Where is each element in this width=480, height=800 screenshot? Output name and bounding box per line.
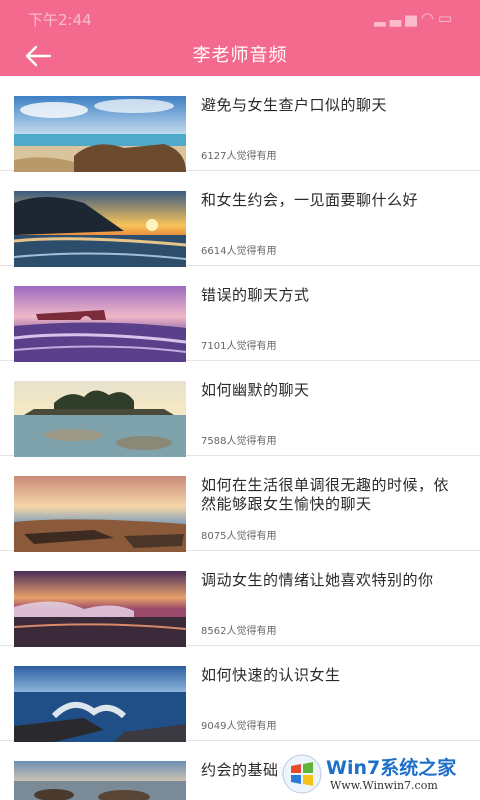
list-item[interactable]: 如何在生活很单调很无趣的时候，依然能够跟女生愉快的聊天 8075人觉得有用 <box>0 456 480 552</box>
thumbnail-image <box>14 571 186 647</box>
windows-logo-icon <box>282 754 322 794</box>
item-title: 避免与女生查户口似的聊天 <box>201 96 388 114</box>
thumbnail-image <box>14 761 186 800</box>
thumbnail-image <box>14 666 186 742</box>
list-item[interactable]: 如何快速的认识女生 9049人觉得有用 <box>0 646 480 742</box>
page-title: 李老师音频 <box>192 45 288 66</box>
thumbnail-image <box>14 286 186 362</box>
item-useful-count: 6614人觉得有用 <box>201 246 277 257</box>
item-title: 如何快速的认识女生 <box>201 666 341 684</box>
list-item[interactable]: 调动女生的情绪让她喜欢特别的你 8562人觉得有用 <box>0 551 480 647</box>
thumbnail-image <box>14 381 186 457</box>
audio-list[interactable]: 避免与女生查户口似的聊天 6127人觉得有用 和女生约会，一见面要聊什么好 66… <box>0 76 480 800</box>
thumbnail-image <box>14 191 186 267</box>
app-header: 下午2:44 ▂▃▅◠▭ 李老师音频 <box>0 0 480 76</box>
item-title: 如何幽默的聊天 <box>201 381 310 399</box>
list-item[interactable]: 如何幽默的聊天 7588人觉得有用 <box>0 361 480 457</box>
item-useful-count: 7101人觉得有用 <box>201 341 277 352</box>
item-useful-count: 8075人觉得有用 <box>201 531 277 542</box>
item-useful-count: 6127人觉得有用 <box>201 151 277 162</box>
status-time: 下午2:44 <box>28 11 92 29</box>
status-bar: 下午2:44 ▂▃▅◠▭ <box>0 0 480 36</box>
list-item[interactable]: 避免与女生查户口似的聊天 6127人觉得有用 <box>0 76 480 172</box>
item-title: 如何在生活很单调很无趣的时候，依然能够跟女生愉快的聊天 <box>201 476 450 513</box>
watermark-url: Www.Winwin7.com <box>330 779 438 792</box>
signal-icon: ▂▃▅ <box>374 9 421 27</box>
list-item[interactable]: 错误的聊天方式 7101人觉得有用 <box>0 266 480 362</box>
watermark: Win7系统之家 Www.Winwin7.com <box>278 750 474 798</box>
list-item[interactable]: 和女生约会，一见面要聊什么好 6614人觉得有用 <box>0 171 480 267</box>
item-title: 错误的聊天方式 <box>201 286 310 304</box>
item-useful-count: 7588人觉得有用 <box>201 436 277 447</box>
wifi-icon: ◠ <box>420 9 438 27</box>
battery-icon: ▭ <box>437 9 456 27</box>
status-icons: ▂▃▅◠▭ <box>374 9 456 27</box>
item-title: 调动女生的情绪让她喜欢特别的你 <box>201 571 434 589</box>
item-title: 和女生约会，一见面要聊什么好 <box>201 191 419 209</box>
item-useful-count: 9049人觉得有用 <box>201 721 277 732</box>
thumbnail-image <box>14 96 186 172</box>
item-useful-count: 8562人觉得有用 <box>201 626 277 637</box>
thumbnail-image <box>14 476 186 552</box>
watermark-brand: Win7系统之家 <box>326 757 457 779</box>
